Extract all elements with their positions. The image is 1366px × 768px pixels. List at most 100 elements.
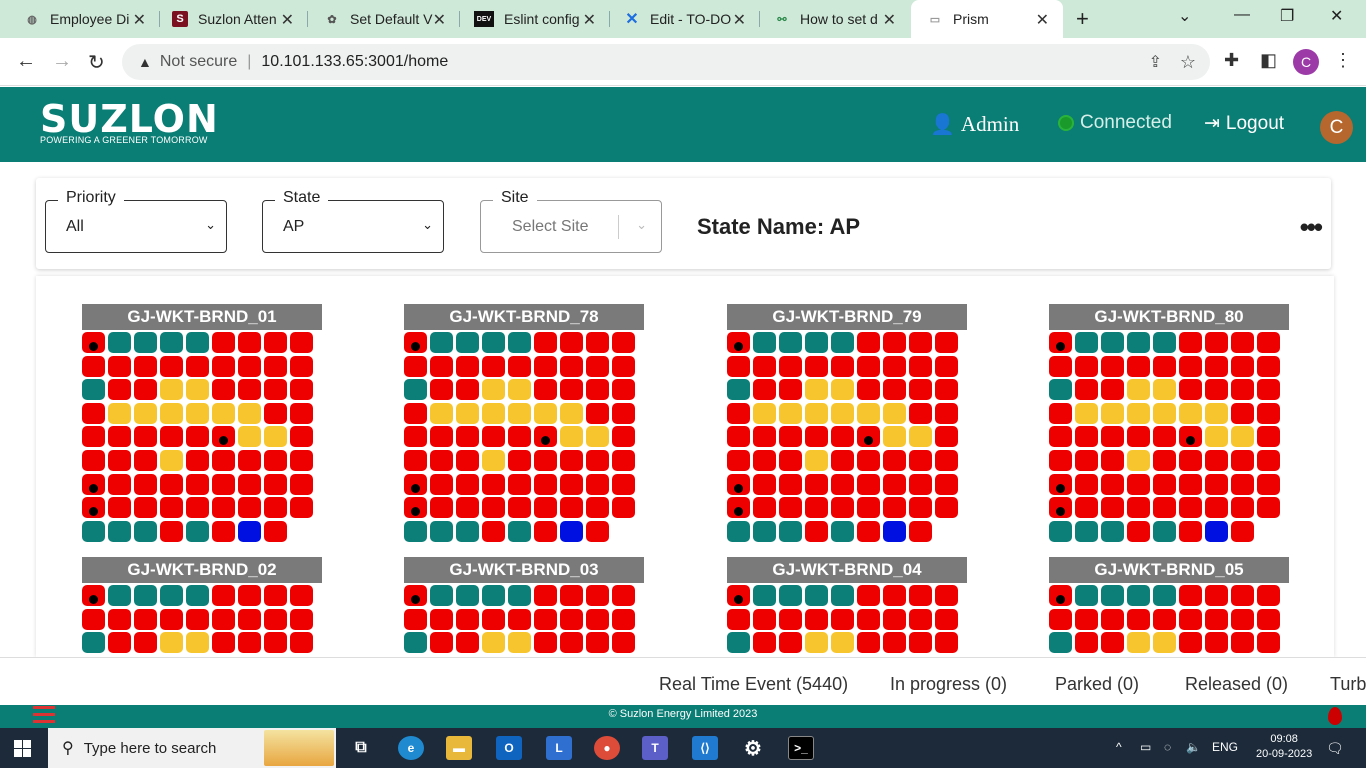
turbine-cell[interactable] [612,426,635,448]
close-tab-icon[interactable]: ✕ [883,10,896,30]
turbine-cell[interactable] [560,585,583,606]
turbine-cell[interactable] [264,585,287,606]
windows-start-icon[interactable] [14,740,31,757]
taskbar-clock[interactable]: 09:08 20-09-2023 [1256,732,1312,762]
turbine-cell[interactable] [108,608,131,630]
turbine-cell[interactable] [290,332,313,353]
turbine-cell[interactable] [1179,585,1202,606]
turbine-cell[interactable] [1179,608,1202,630]
turbine-cell[interactable] [1231,520,1254,542]
site-title[interactable]: GJ-WKT-BRND_01 [82,304,322,330]
turbine-cell[interactable] [909,426,932,448]
turbine-cell[interactable] [1049,497,1072,519]
turbine-cell[interactable] [264,520,287,542]
turbine-cell[interactable] [482,402,505,424]
turbine-cell[interactable] [560,379,583,401]
turbine-cell[interactable] [1179,520,1202,542]
turbine-cell[interactable] [1101,497,1124,519]
turbine-cell[interactable] [456,426,479,448]
turbine-cell[interactable] [264,332,287,353]
site-block[interactable]: GJ-WKT-BRND_04 [727,557,967,656]
turbine-cell[interactable] [482,379,505,401]
turbine-cell[interactable] [1257,608,1280,630]
turbine-cell[interactable] [108,520,131,542]
browser-tab[interactable]: S Suzlon Atten ✕ [148,0,308,38]
back-icon[interactable]: ← [16,50,36,73]
turbine-cell[interactable] [108,632,131,654]
turbine-cell[interactable] [534,473,557,495]
turbine-cell[interactable] [560,426,583,448]
edge-icon[interactable]: e [398,736,424,760]
site-title[interactable]: GJ-WKT-BRND_03 [404,557,644,583]
user-avatar[interactable]: C [1320,111,1353,144]
turbine-cell[interactable] [805,426,828,448]
turbine-cell[interactable] [430,632,453,654]
turbine-cell[interactable] [779,608,802,630]
turbine-cell[interactable] [160,497,183,519]
turbine-cell[interactable] [753,520,776,542]
turbine-cell[interactable] [586,585,609,606]
turbine-tab[interactable]: Turb [1330,674,1366,695]
turbine-cell[interactable] [508,379,531,401]
turbine-cell[interactable] [935,379,958,401]
turbine-cell[interactable] [935,426,958,448]
turbine-cell[interactable] [482,355,505,377]
turbine-cell[interactable] [753,497,776,519]
turbine-cell[interactable] [612,497,635,519]
turbine-cell[interactable] [560,332,583,353]
language-indicator[interactable]: ENG [1212,740,1238,754]
turbine-cell[interactable] [612,473,635,495]
logout-button[interactable]: ⇥ Logout [1204,112,1284,135]
turbine-cell[interactable] [212,608,235,630]
turbine-cell[interactable] [160,332,183,353]
site-block[interactable]: GJ-WKT-BRND_78 [404,304,644,544]
turbine-cell[interactable] [779,520,802,542]
turbine-cell[interactable] [534,426,557,448]
turbine-cell[interactable] [186,355,209,377]
turbine-cell[interactable] [831,497,854,519]
turbine-cell[interactable] [134,355,157,377]
turbine-cell[interactable] [1075,402,1098,424]
turbine-cell[interactable] [1231,426,1254,448]
close-tab-icon[interactable]: ✕ [281,10,294,30]
bookmark-star-icon[interactable]: ☆ [1180,52,1196,73]
turbine-cell[interactable] [935,402,958,424]
turbine-cell[interactable] [508,355,531,377]
turbine-cell[interactable] [82,585,105,606]
turbine-cell[interactable] [430,426,453,448]
turbine-cell[interactable] [212,520,235,542]
tab-search-icon[interactable]: ⌄ [1178,6,1191,26]
turbine-cell[interactable] [1205,585,1228,606]
turbine-cell[interactable] [160,608,183,630]
site-block[interactable]: GJ-WKT-BRND_80 [1049,304,1289,544]
turbine-cell[interactable] [186,332,209,353]
turbine-cell[interactable] [264,450,287,471]
turbine-cell[interactable] [753,332,776,353]
turbine-cell[interactable] [430,402,453,424]
turbine-cell[interactable] [586,450,609,471]
turbine-cell[interactable] [290,497,313,519]
turbine-cell[interactable] [586,632,609,654]
turbine-cell[interactable] [560,355,583,377]
turbine-cell[interactable] [883,426,906,448]
turbine-cell[interactable] [482,585,505,606]
turbine-cell[interactable] [831,520,854,542]
turbine-cell[interactable] [534,450,557,471]
turbine-cell[interactable] [134,402,157,424]
turbine-cell[interactable] [290,632,313,654]
turbine-cell[interactable] [909,473,932,495]
released-tab[interactable]: Released (0) [1185,674,1288,695]
turbine-cell[interactable] [935,473,958,495]
turbine-cell[interactable] [1153,608,1176,630]
turbine-cell[interactable] [586,355,609,377]
turbine-cell[interactable] [935,585,958,606]
turbine-cell[interactable] [1205,426,1228,448]
turbine-cell[interactable] [831,332,854,353]
turbine-cell[interactable] [1231,355,1254,377]
turbine-cell[interactable] [1205,355,1228,377]
site-block[interactable]: GJ-WKT-BRND_01 [82,304,322,544]
turbine-cell[interactable] [909,585,932,606]
turbine-cell[interactable] [909,332,932,353]
turbine-cell[interactable] [404,355,427,377]
turbine-cell[interactable] [779,450,802,471]
